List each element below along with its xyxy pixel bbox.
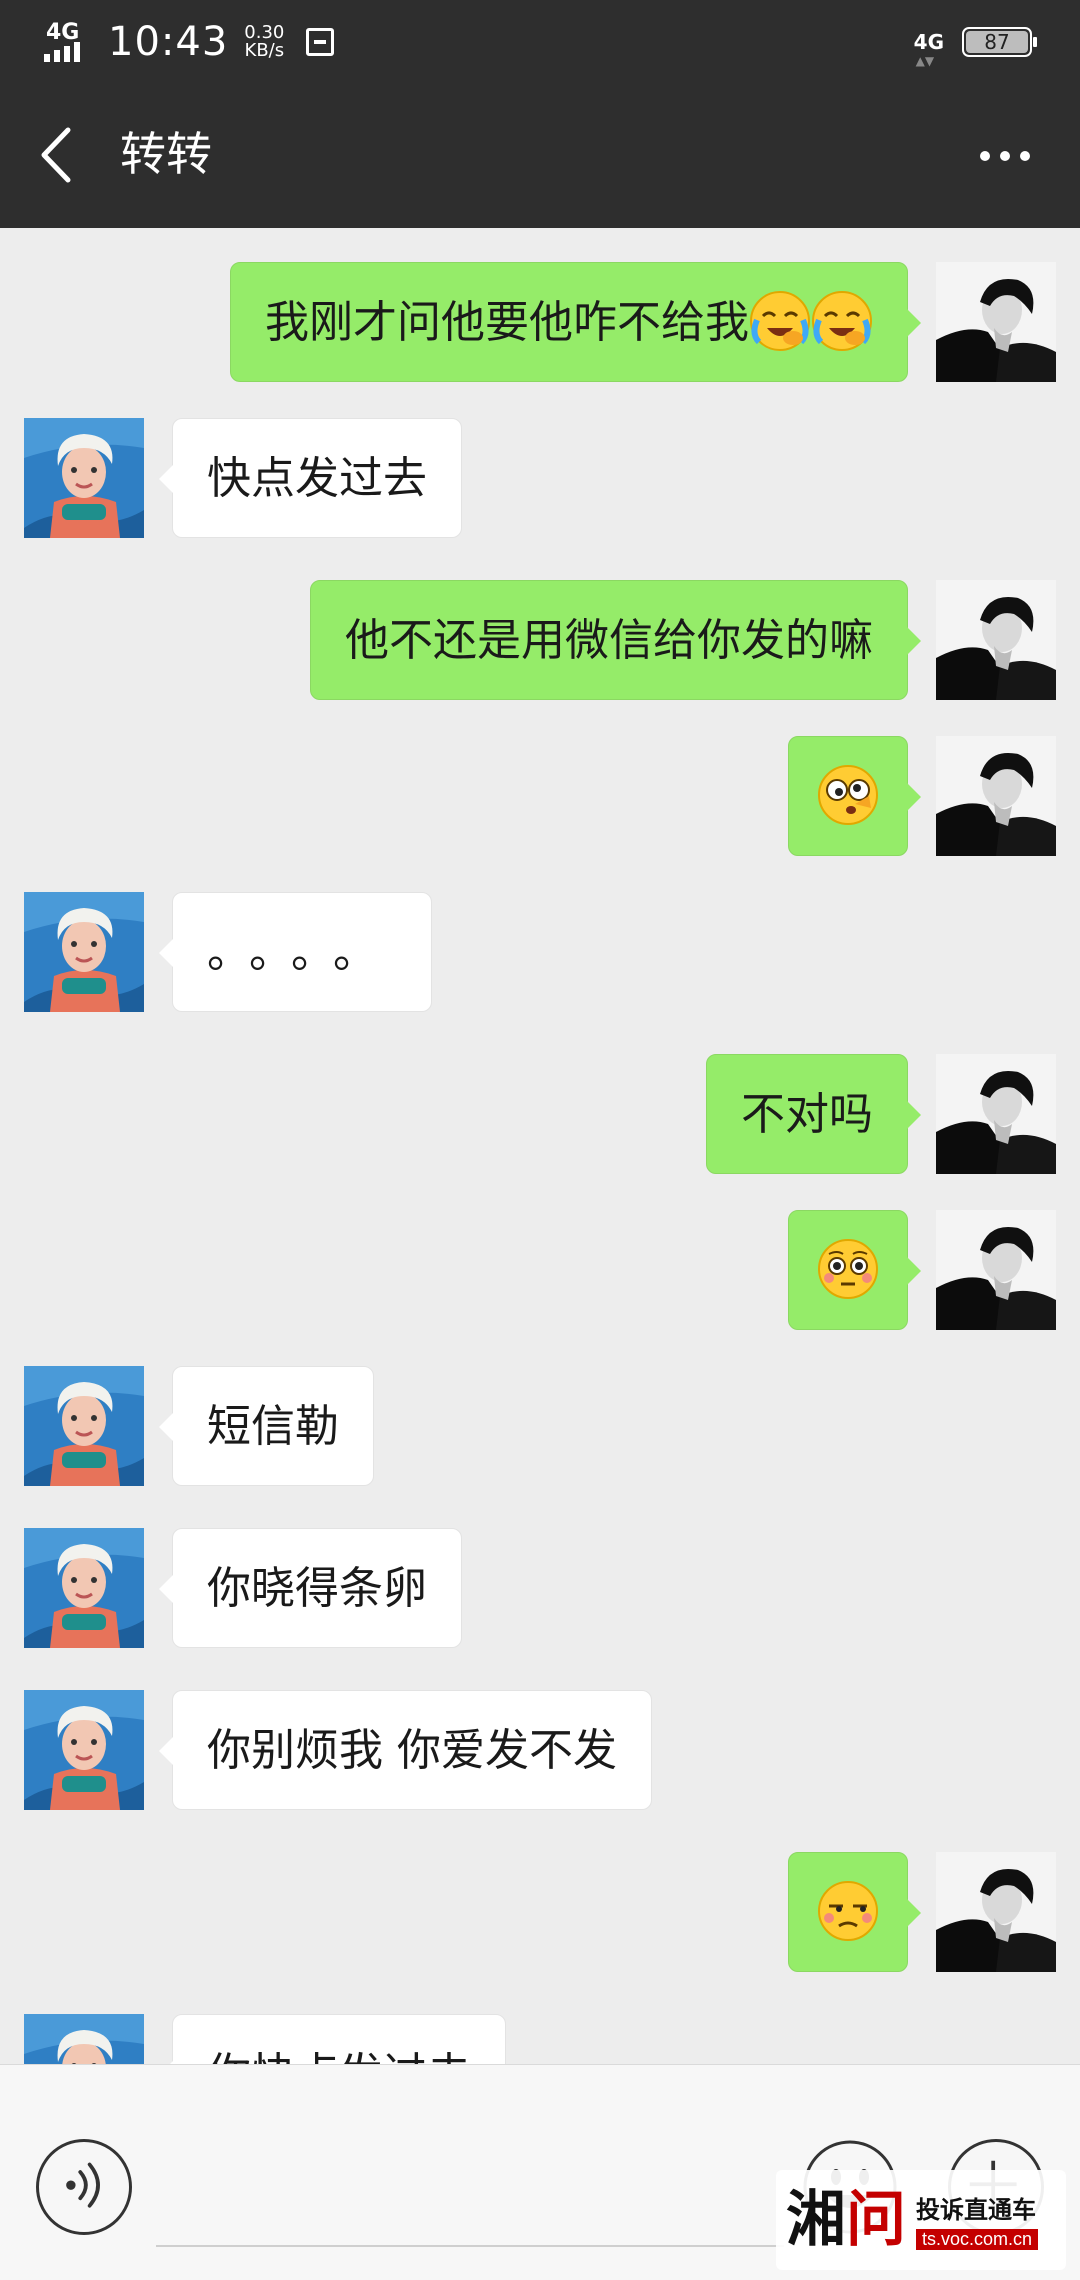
message-bubble[interactable]: 你别烦我 你爱发不发 (159, 1690, 652, 1810)
dizzy-face-emoji-icon (817, 764, 879, 826)
my-avatar[interactable] (936, 1852, 1056, 1972)
message-text: 短信勒 (207, 1401, 339, 1452)
mobile-data-icon: 4G ▲▼ (913, 30, 944, 68)
contact-avatar[interactable] (24, 1366, 144, 1486)
status-left: 4G 10:43 0.30 KB/s (44, 14, 335, 70)
my-avatar[interactable] (936, 736, 1056, 856)
battery-icon: 87 (962, 27, 1037, 57)
network-speed-unit: KB/s (244, 40, 285, 61)
message-bubble[interactable] (788, 1210, 921, 1330)
status-time: 10:43 (108, 19, 229, 65)
network-label: 4G (46, 20, 80, 45)
message-bubble[interactable]: 你快点发过去 (159, 2014, 506, 2064)
message-bubble[interactable]: 不对吗 (706, 1054, 921, 1174)
input-bar: 湘问 投诉直通车 ts.voc.com.cn (0, 2064, 1080, 2280)
my-avatar[interactable] (936, 262, 1056, 382)
message-text: 你晓得条卵 (207, 1563, 427, 1614)
message-text: 他不还是用微信给你发的嘛 (345, 615, 873, 666)
contact-avatar[interactable] (24, 1690, 144, 1810)
message-input[interactable] (156, 2183, 784, 2247)
message-list[interactable]: 我刚才问他要他咋不给我快点发过去他不还是用微信给你发的嘛。。。。不对吗短信勒你晓… (0, 228, 1080, 2064)
signal-icon: 4G (44, 20, 92, 64)
battery-level: 87 (966, 30, 1028, 54)
unamused-face-emoji-icon (817, 1880, 879, 1942)
message-bubble[interactable]: 快点发过去 (159, 418, 462, 538)
dot-icon (980, 151, 990, 161)
chevron-left-icon (41, 127, 71, 183)
status-bar: 4G 10:43 0.30 KB/s 4G ▲▼ 87 (0, 0, 1080, 80)
my-avatar[interactable] (936, 1054, 1056, 1174)
network-speed: 0.30 KB/s (244, 24, 284, 60)
more-options-button[interactable] (970, 136, 1040, 176)
message-bubble[interactable]: 我刚才问他要他咋不给我 (230, 262, 921, 382)
contact-avatar[interactable] (24, 2014, 144, 2064)
sob-laugh-emoji-icon (811, 290, 873, 352)
message-bubble[interactable]: 他不还是用微信给你发的嘛 (310, 580, 921, 700)
contact-avatar[interactable] (24, 1528, 144, 1648)
mobile-data-label: 4G (913, 30, 944, 54)
contact-avatar[interactable] (24, 892, 144, 1012)
message-text: 不对吗 (741, 1089, 873, 1140)
watermark-text: 投诉直通车 ts.voc.com.cn (916, 2190, 1039, 2250)
message-text: 我刚才问他要他咋不给我 (265, 297, 749, 348)
watermark-logo-part2: 问 (846, 2185, 906, 2255)
watermark: 湘问 投诉直通车 ts.voc.com.cn (776, 2170, 1066, 2270)
status-right: 4G ▲▼ 87 (913, 18, 1037, 68)
message-bubble[interactable]: 。。。。 (159, 892, 432, 1012)
dot-icon (1000, 151, 1010, 161)
voice-icon (66, 2162, 100, 2208)
message-bubble[interactable]: 短信勒 (159, 1366, 374, 1486)
my-avatar[interactable] (936, 580, 1056, 700)
chat-header: 转转 (0, 80, 1080, 228)
chat-title: 转转 (120, 127, 212, 181)
watermark-logo-part1: 湘 (786, 2185, 846, 2255)
watermark-url: ts.voc.com.cn (916, 2229, 1039, 2250)
sob-laugh-emoji-icon (749, 290, 811, 352)
watermark-logo: 湘问 (786, 2190, 906, 2250)
voice-button[interactable] (36, 2139, 132, 2235)
flushed-face-emoji-icon (817, 1238, 879, 1300)
contact-avatar[interactable] (24, 418, 144, 538)
dot-icon (1020, 151, 1030, 161)
watermark-title: 投诉直通车 (916, 2196, 1036, 2224)
my-avatar[interactable] (936, 1210, 1056, 1330)
notification-icon (306, 28, 335, 56)
message-bubble[interactable]: 你晓得条卵 (159, 1528, 462, 1648)
message-bubble[interactable] (788, 1852, 921, 1972)
message-text: 快点发过去 (207, 453, 427, 504)
message-text: 你快点发过去 (207, 2049, 471, 2064)
back-button[interactable] (30, 120, 90, 190)
message-text: 。。。。 (207, 927, 397, 978)
message-bubble[interactable] (788, 736, 921, 856)
message-text: 你别烦我 你爱发不发 (207, 1725, 617, 1776)
